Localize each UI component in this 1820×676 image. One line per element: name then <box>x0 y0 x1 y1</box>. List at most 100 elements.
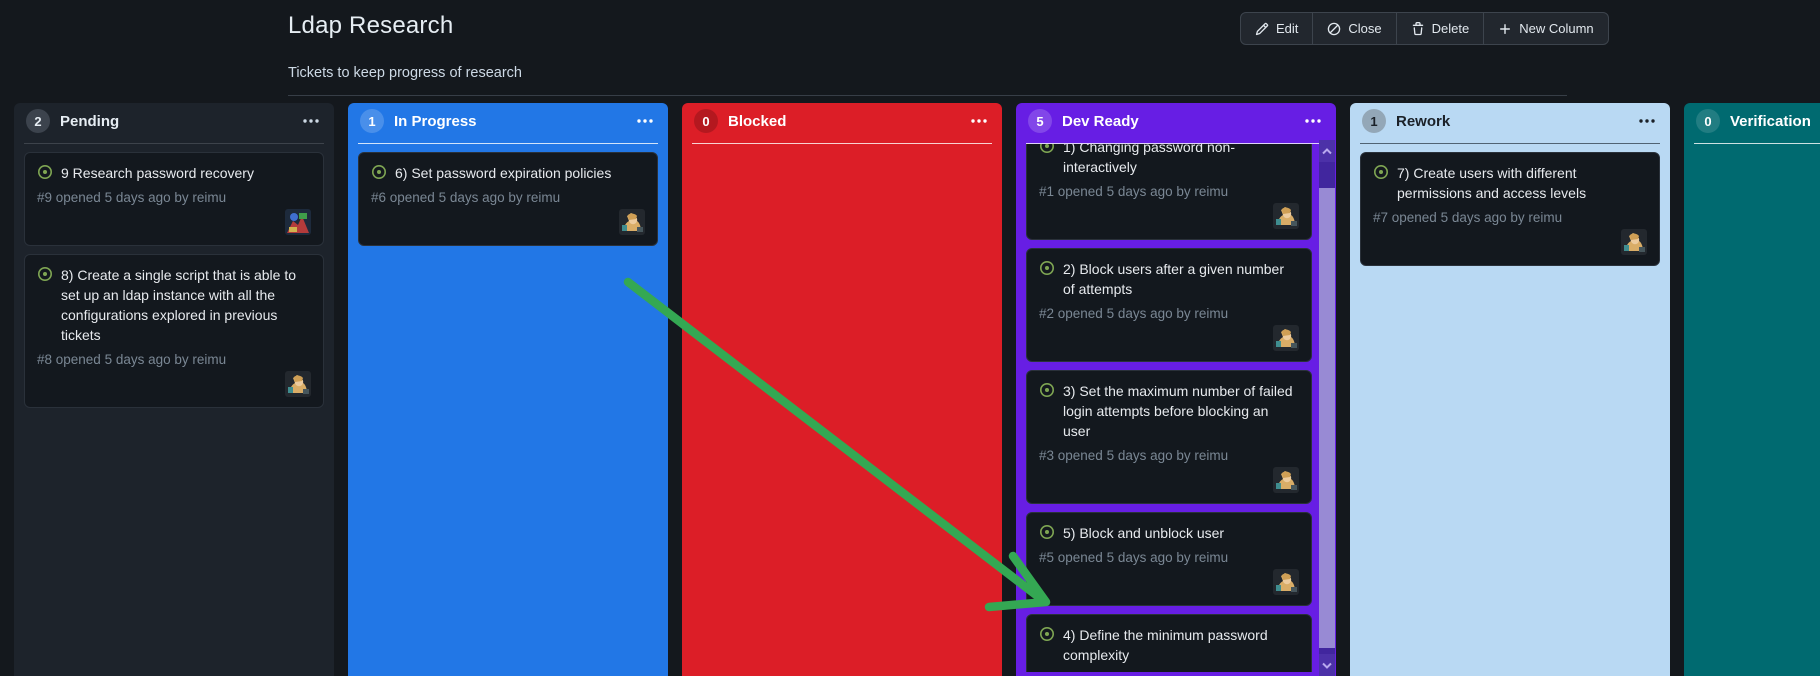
page-title: Ldap Research <box>288 12 454 39</box>
card-title[interactable]: 3) Set the maximum number of failed logi… <box>1063 381 1299 441</box>
avatar-reimu <box>1273 325 1299 351</box>
avatar-reimu <box>285 209 311 235</box>
avatar-reimu <box>285 371 311 397</box>
issue-card[interactable]: 3) Set the maximum number of failed logi… <box>1026 370 1312 504</box>
column-count-badge: 5 <box>1028 109 1052 133</box>
delete-button[interactable]: Delete <box>1395 13 1484 44</box>
new-column-button[interactable]: New Column <box>1483 13 1607 44</box>
column-count-badge: 0 <box>1696 109 1720 133</box>
column-header: 2 Pending <box>14 103 334 139</box>
delete-button-label: Delete <box>1431 21 1470 36</box>
card-meta: #3 opened 5 days ago by reimu <box>1039 448 1229 463</box>
scroll-down-button[interactable] <box>1319 654 1335 676</box>
ellipsis-menu-icon[interactable] <box>1636 116 1658 126</box>
card-title[interactable]: 2) Block users after a given number of a… <box>1063 259 1299 299</box>
card-title[interactable]: 6) Set password expiration policies <box>395 163 611 183</box>
card-meta: #6 opened 5 days ago by reimu <box>371 190 561 205</box>
avatar-reimu <box>1273 569 1299 595</box>
card-title[interactable]: 1) Changing password non-interactively <box>1063 144 1299 177</box>
avatar-reimu <box>1273 467 1299 493</box>
close-button[interactable]: Close <box>1312 13 1395 44</box>
column-rework: 1 Rework 7) Create users with different … <box>1350 103 1670 676</box>
scrollbar-track[interactable] <box>1319 162 1335 654</box>
card-meta: #4 opened 5 days ago by reimu <box>1039 671 1299 672</box>
card-title[interactable]: 7) Create users with different permissio… <box>1397 163 1647 203</box>
column-header: 1 In Progress <box>348 103 668 139</box>
card-title[interactable]: 9 Research password recovery <box>61 163 254 183</box>
avatar-reimu <box>1273 203 1299 229</box>
card-title[interactable]: 8) Create a single script that is able t… <box>61 265 311 345</box>
issue-open-icon <box>1039 626 1055 665</box>
circle-slash-icon <box>1328 22 1341 35</box>
issue-card[interactable]: 4) Define the minimum password complexit… <box>1026 614 1312 672</box>
column-header: 0 Verification <box>1684 103 1820 139</box>
issue-open-icon <box>1039 524 1055 543</box>
column-title: Dev Ready <box>1062 112 1139 130</box>
scrollbar-thumb[interactable] <box>1319 188 1335 648</box>
dev-ready-scrollbar[interactable] <box>1319 140 1335 676</box>
close-button-label: Close <box>1348 21 1382 36</box>
column-pending: 2 Pending 9 Research password recovery #… <box>14 103 334 676</box>
column-body: 7) Create users with different permissio… <box>1350 144 1670 672</box>
plus-icon <box>1500 23 1511 34</box>
issue-open-icon <box>37 164 53 183</box>
column-body <box>1684 144 1820 672</box>
column-body: 9 Research password recovery #9 opened 5… <box>14 144 334 672</box>
column-title: Rework <box>1396 112 1451 130</box>
chevron-up-icon <box>1322 147 1332 154</box>
card-title[interactable]: 4) Define the minimum password complexit… <box>1063 625 1299 665</box>
column-count-badge: 1 <box>360 109 384 133</box>
issue-card[interactable]: 1) Changing password non-interactively #… <box>1026 144 1312 240</box>
header-divider <box>288 95 1567 96</box>
ellipsis-menu-icon[interactable] <box>968 116 990 126</box>
issue-open-icon <box>1373 164 1389 203</box>
card-title[interactable]: 5) Block and unblock user <box>1063 523 1224 543</box>
issue-open-icon <box>1039 260 1055 299</box>
column-body <box>682 144 1002 672</box>
card-meta: #2 opened 5 days ago by reimu <box>1039 306 1229 321</box>
issue-card[interactable]: 2) Block users after a given number of a… <box>1026 248 1312 362</box>
column-title: In Progress <box>394 112 477 130</box>
column-count-badge: 1 <box>1362 109 1386 133</box>
column-header: 0 Blocked <box>682 103 1002 139</box>
column-count-badge: 2 <box>26 109 50 133</box>
card-meta: #8 opened 5 days ago by reimu <box>37 352 227 367</box>
column-title: Blocked <box>728 112 787 130</box>
column-title: Pending <box>60 112 120 130</box>
board-actions: Edit Close Delete New Column <box>1240 12 1609 45</box>
avatar-reimu <box>619 209 645 235</box>
issue-card[interactable]: 5) Block and unblock user #5 opened 5 da… <box>1026 512 1312 606</box>
issue-open-icon <box>1039 382 1055 441</box>
avatar-reimu <box>1621 229 1647 255</box>
column-body: 6) Set password expiration policies #6 o… <box>348 144 668 672</box>
chevron-down-icon <box>1322 662 1332 669</box>
issue-card[interactable]: 9 Research password recovery #9 opened 5… <box>24 152 324 246</box>
column-blocked: 0 Blocked <box>682 103 1002 676</box>
new-column-button-label: New Column <box>1519 21 1594 36</box>
issue-open-icon <box>1039 144 1055 177</box>
ellipsis-menu-icon[interactable] <box>300 116 322 126</box>
issue-card[interactable]: 6) Set password expiration policies #6 o… <box>358 152 658 246</box>
scroll-up-button[interactable] <box>1319 140 1335 162</box>
column-header: 1 Rework <box>1350 103 1670 139</box>
column-header: 5 Dev Ready <box>1016 103 1336 139</box>
edit-button[interactable]: Edit <box>1241 13 1312 44</box>
pencil-icon <box>1255 22 1269 35</box>
column-in-progress: 1 In Progress 6) Set password expiration… <box>348 103 668 676</box>
trash-icon <box>1412 21 1423 35</box>
column-body: 1) Changing password non-interactively #… <box>1016 144 1336 672</box>
card-meta: #1 opened 5 days ago by reimu <box>1039 184 1229 199</box>
card-meta: #7 opened 5 days ago by reimu <box>1373 210 1563 225</box>
column-title: Verification <box>1730 112 1811 130</box>
ellipsis-menu-icon[interactable] <box>1302 116 1324 126</box>
card-meta: #5 opened 5 days ago by reimu <box>1039 550 1229 565</box>
issue-card[interactable]: 7) Create users with different permissio… <box>1360 152 1660 266</box>
issue-card[interactable]: 8) Create a single script that is able t… <box>24 254 324 408</box>
edit-button-label: Edit <box>1276 21 1299 36</box>
issue-open-icon <box>37 266 53 345</box>
column-count-badge: 0 <box>694 109 718 133</box>
issue-open-icon <box>371 164 387 183</box>
page-subtitle: Tickets to keep progress of research <box>288 65 522 81</box>
ellipsis-menu-icon[interactable] <box>634 116 656 126</box>
column-dev-ready: 5 Dev Ready 1) Changing password non-int… <box>1016 103 1336 676</box>
